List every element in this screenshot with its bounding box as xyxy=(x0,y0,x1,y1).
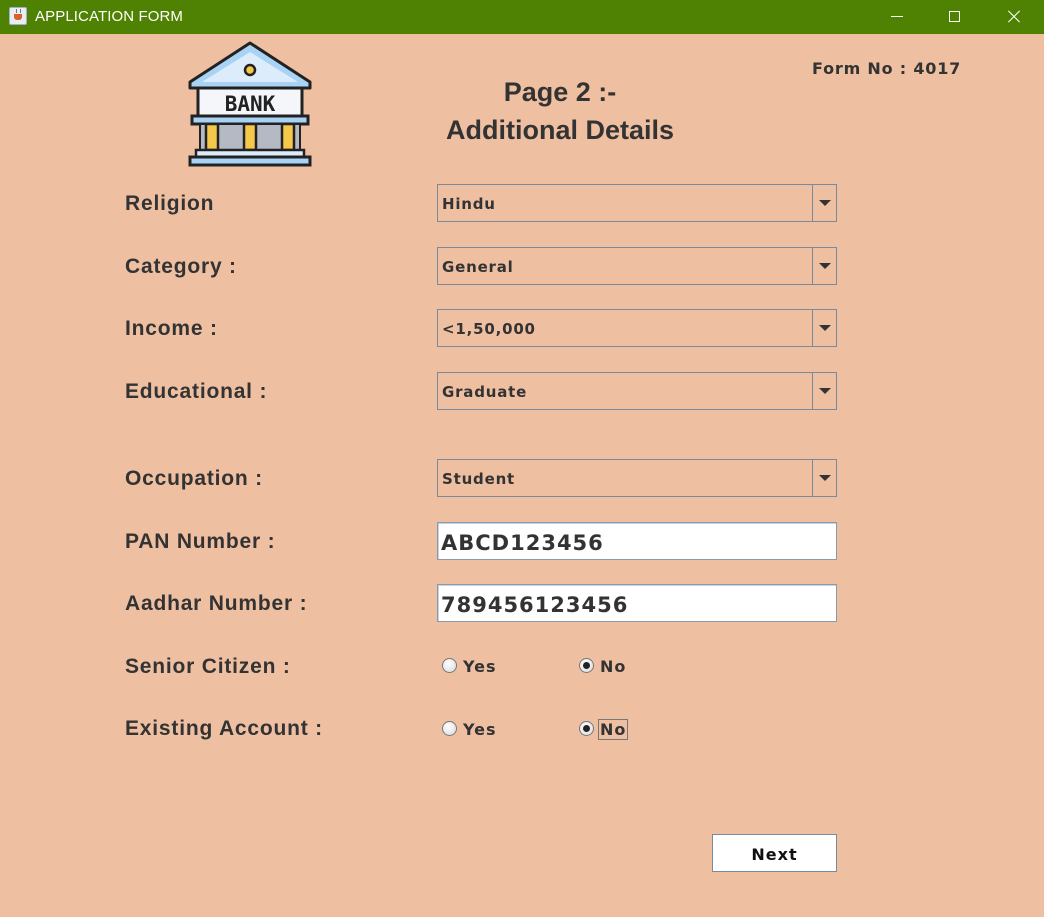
senior-citizen-yes-label: Yes xyxy=(463,657,497,676)
aadhar-number-label: Aadhar Number : xyxy=(125,592,308,615)
senior-citizen-yes-radio[interactable]: Yes xyxy=(442,656,512,676)
radio-checked-icon xyxy=(579,721,594,736)
existing-account-yes-label: Yes xyxy=(463,720,497,739)
dropdown-arrow-button[interactable] xyxy=(812,460,836,496)
educational-value: Graduate xyxy=(442,383,528,401)
category-value: General xyxy=(442,258,514,276)
income-value: <1,50,000 xyxy=(442,320,536,338)
chevron-down-icon xyxy=(819,388,831,394)
java-app-icon xyxy=(9,7,27,25)
chevron-down-icon xyxy=(819,263,831,269)
chevron-down-icon xyxy=(819,200,831,206)
maximize-button[interactable] xyxy=(926,0,984,34)
educational-dropdown[interactable]: Graduate xyxy=(437,372,837,410)
income-label: Income : xyxy=(125,317,218,340)
next-button-label: Next xyxy=(751,845,798,864)
dropdown-arrow-button[interactable] xyxy=(812,310,836,346)
minimize-icon xyxy=(891,16,903,17)
occupation-dropdown[interactable]: Student xyxy=(437,459,837,497)
existing-account-no-radio[interactable]: No xyxy=(579,719,639,740)
income-dropdown[interactable]: <1,50,000 xyxy=(437,309,837,347)
pan-number-value: ABCD123456 xyxy=(441,531,604,555)
category-label: Category : xyxy=(125,255,237,278)
chevron-down-icon xyxy=(819,475,831,481)
radio-unchecked-icon xyxy=(442,658,457,673)
aadhar-number-input[interactable]: 789456123456 xyxy=(437,584,837,622)
form-number: Form No : 4017 xyxy=(812,59,962,78)
senior-citizen-label: Senior Citizen : xyxy=(125,655,291,678)
dropdown-arrow-button[interactable] xyxy=(812,373,836,409)
religion-dropdown[interactable]: Hindu xyxy=(437,184,837,222)
page-subtitle: Additional Details xyxy=(445,115,675,145)
radio-unchecked-icon xyxy=(442,721,457,736)
category-dropdown[interactable]: General xyxy=(437,247,837,285)
senior-citizen-no-radio[interactable]: No xyxy=(579,656,639,676)
dropdown-arrow-button[interactable] xyxy=(812,248,836,284)
pan-number-label: PAN Number : xyxy=(125,530,276,553)
religion-value: Hindu xyxy=(442,195,496,213)
existing-account-no-label: No xyxy=(597,719,629,740)
senior-citizen-no-label: No xyxy=(600,657,627,676)
next-button[interactable]: Next xyxy=(712,834,837,872)
dropdown-arrow-button[interactable] xyxy=(812,185,836,221)
radio-checked-icon xyxy=(579,658,594,673)
close-button[interactable] xyxy=(985,0,1043,34)
occupation-label: Occupation : xyxy=(125,467,263,490)
aadhar-number-value: 789456123456 xyxy=(441,593,629,617)
title-bar: APPLICATION FORM xyxy=(0,0,1044,34)
religion-label: Religion xyxy=(125,192,215,215)
existing-account-label: Existing Account : xyxy=(125,717,323,740)
chevron-down-icon xyxy=(819,325,831,331)
maximize-icon xyxy=(949,11,960,22)
occupation-value: Student xyxy=(442,470,516,488)
pan-number-input[interactable]: ABCD123456 xyxy=(437,522,837,560)
minimize-button[interactable] xyxy=(868,0,926,34)
window-title: APPLICATION FORM xyxy=(35,8,184,25)
page-title: Page 2 :- xyxy=(503,77,617,107)
existing-account-yes-radio[interactable]: Yes xyxy=(442,719,512,739)
educational-label: Educational : xyxy=(125,380,268,403)
